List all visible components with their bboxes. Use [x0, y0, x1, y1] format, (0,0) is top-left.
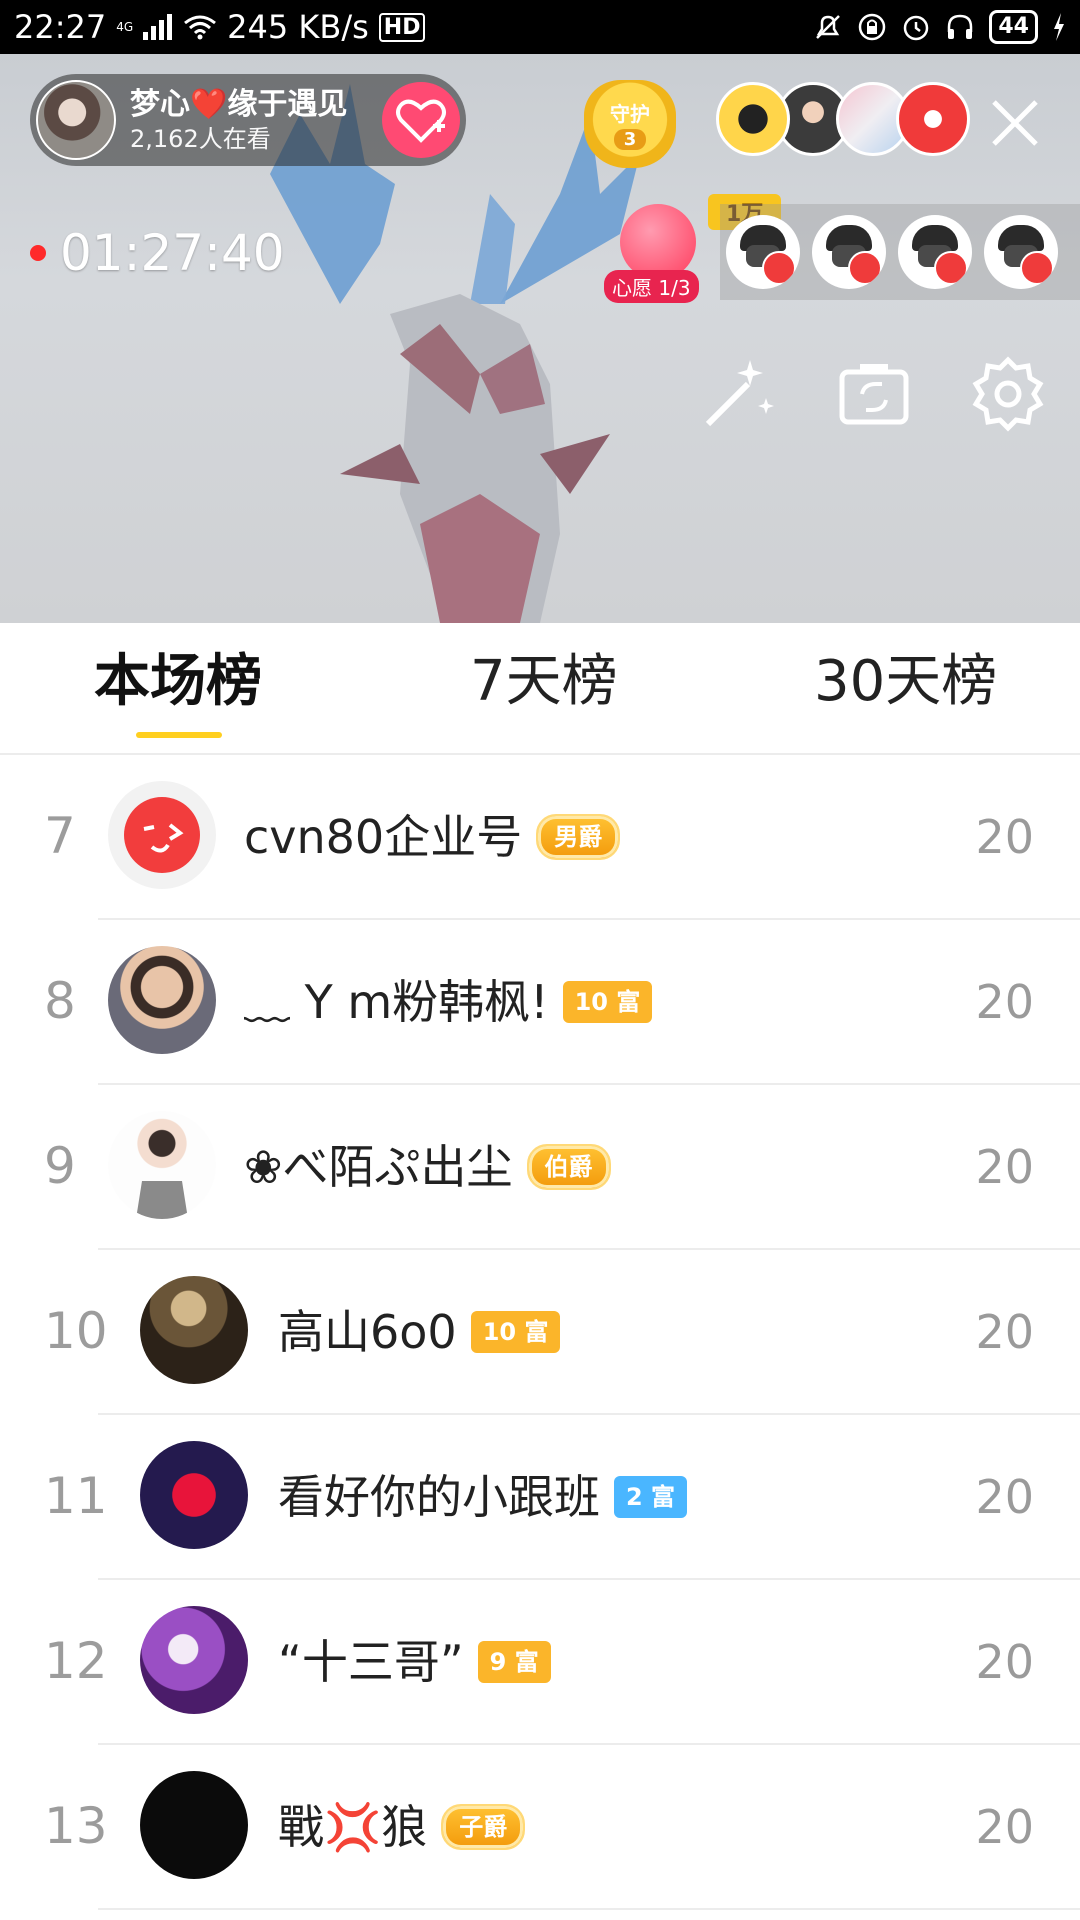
- tab-current-show[interactable]: 本场榜: [94, 647, 262, 717]
- user-name: ❀べ陌ぷ出尘: [244, 1140, 513, 1194]
- guard-count: 3: [613, 129, 647, 150]
- seat-icon: [848, 251, 882, 285]
- wish-heart-icon: [620, 204, 696, 280]
- wealth-badge: 2 富: [614, 1476, 688, 1518]
- wish-widget[interactable]: 心愿 1/3: [604, 204, 708, 304]
- user-name: “十三哥”: [278, 1635, 464, 1689]
- user-avatar[interactable]: [140, 1606, 248, 1714]
- wish-label: 心愿 1/3: [604, 270, 699, 303]
- nobility-badge: 子爵: [441, 1804, 526, 1850]
- seat-icon: [934, 251, 968, 285]
- list-item[interactable]: 11 看好你的小跟班 2 富 20: [0, 1415, 1080, 1580]
- wealth-badge: 10 富: [562, 981, 653, 1023]
- guard-label: 守护: [610, 102, 650, 126]
- user-score: 20: [975, 1140, 1034, 1194]
- live-timer: 01:27:40: [30, 224, 285, 282]
- user-avatar[interactable]: [140, 1771, 248, 1879]
- seat-icon: [1020, 251, 1054, 285]
- status-bar: 22:27 4G 245 KB/s HD 44: [0, 0, 1080, 54]
- alarm-icon: [904, 15, 929, 41]
- rank-number: 7: [44, 807, 76, 865]
- user-score: 20: [975, 1305, 1034, 1359]
- top-viewer-avatar[interactable]: [896, 82, 970, 156]
- rank-number: 9: [44, 1137, 76, 1195]
- user-score: 20: [975, 1635, 1034, 1689]
- settings-gear-icon[interactable]: [968, 354, 1048, 434]
- active-tab-indicator: [136, 732, 222, 738]
- user-avatar[interactable]: [108, 1111, 216, 1219]
- host-avatar[interactable]: [36, 80, 116, 160]
- ranking-tabs: 本场榜 7天榜 30天榜: [0, 623, 1080, 755]
- viewer-count: 2,162人在看: [130, 125, 271, 153]
- tab-7-days[interactable]: 7天榜: [470, 647, 618, 717]
- signal-icon: [143, 14, 173, 40]
- lock-icon: [859, 13, 886, 41]
- status-time: 22:27: [14, 8, 107, 46]
- rank-number: 12: [44, 1632, 108, 1690]
- follow-button[interactable]: [382, 82, 460, 158]
- guard-badge[interactable]: 守护 3: [584, 80, 676, 168]
- illustrated-girl-avatar: [136, 1181, 188, 1219]
- wink-face-icon: [124, 797, 200, 873]
- wealth-badge: 10 富: [470, 1311, 561, 1353]
- timer-text: 01:27:40: [60, 224, 285, 282]
- list-item[interactable]: 13 戰💢狼 子爵 20: [0, 1745, 1080, 1910]
- ranking-list[interactable]: 7 cvn80企业号 男爵 20 8 ﹏ Y m粉韩枫! 10 富 20 9 ❀…: [0, 755, 1080, 1920]
- hd-icon: HD: [378, 12, 426, 42]
- top-viewers[interactable]: [716, 82, 970, 156]
- guest-seat[interactable]: [812, 215, 886, 289]
- nobility-badge: 男爵: [536, 814, 621, 860]
- user-name: ﹏ Y m粉韩枫!: [244, 975, 549, 1029]
- seat-icon: [762, 251, 796, 285]
- user-avatar[interactable]: [140, 1441, 248, 1549]
- user-avatar[interactable]: [108, 781, 216, 889]
- follow-heart-icon: [396, 99, 446, 143]
- user-name: 看好你的小跟班: [278, 1470, 600, 1524]
- nobility-badge: 伯爵: [526, 1144, 611, 1190]
- user-score: 20: [975, 1470, 1034, 1524]
- rank-number: 8: [44, 972, 76, 1030]
- user-name: 戰💢狼: [278, 1800, 428, 1854]
- close-icon[interactable]: [984, 92, 1046, 154]
- magic-wand-icon[interactable]: [698, 354, 778, 434]
- live-video[interactable]: 梦心❤️缘于遇见 2,162人在看 守护 3 1万 01:27:40 心愿 1/…: [0, 54, 1080, 623]
- wealth-badge: 9 富: [477, 1641, 551, 1683]
- guest-seat[interactable]: [726, 215, 800, 289]
- host-name: 梦心❤️缘于遇见: [130, 87, 348, 122]
- user-avatar[interactable]: [108, 946, 216, 1054]
- user-avatar[interactable]: [140, 1276, 248, 1384]
- charging-icon: [1054, 13, 1064, 41]
- rank-number: 10: [44, 1302, 108, 1360]
- user-score: 20: [975, 975, 1034, 1029]
- rank-number: 11: [44, 1467, 108, 1525]
- list-item[interactable]: 7 cvn80企业号 男爵 20: [0, 755, 1080, 920]
- camera-flip-icon[interactable]: [834, 354, 914, 434]
- list-item[interactable]: 8 ﹏ Y m粉韩枫! 10 富 20: [0, 920, 1080, 1085]
- user-score: 20: [975, 1800, 1034, 1854]
- network-speed: 245 KB/s: [227, 8, 369, 46]
- guest-seats[interactable]: [720, 204, 1080, 300]
- user-name: 高山6o0: [278, 1305, 457, 1359]
- list-item[interactable]: 12 “十三哥” 9 富 20: [0, 1580, 1080, 1745]
- top-viewer-avatar[interactable]: [716, 82, 790, 156]
- bell-muted-icon: [816, 15, 841, 39]
- tab-30-days[interactable]: 30天榜: [814, 647, 997, 717]
- headphones-icon: [948, 14, 973, 39]
- guest-seat[interactable]: [898, 215, 972, 289]
- wifi-icon: [184, 15, 217, 40]
- list-item[interactable]: 9 ❀べ陌ぷ出尘 伯爵 20: [0, 1085, 1080, 1250]
- user-name: cvn80企业号: [244, 810, 523, 864]
- guest-seat[interactable]: [984, 215, 1058, 289]
- user-score: 20: [975, 810, 1034, 864]
- list-item[interactable]: 10 高山6o0 10 富 20: [0, 1250, 1080, 1415]
- rank-number: 13: [44, 1797, 108, 1855]
- host-info-pill[interactable]: 梦心❤️缘于遇见 2,162人在看: [30, 74, 466, 166]
- recording-dot: [30, 245, 46, 261]
- network-type: 4G: [116, 20, 134, 34]
- battery-indicator: 44: [989, 10, 1038, 44]
